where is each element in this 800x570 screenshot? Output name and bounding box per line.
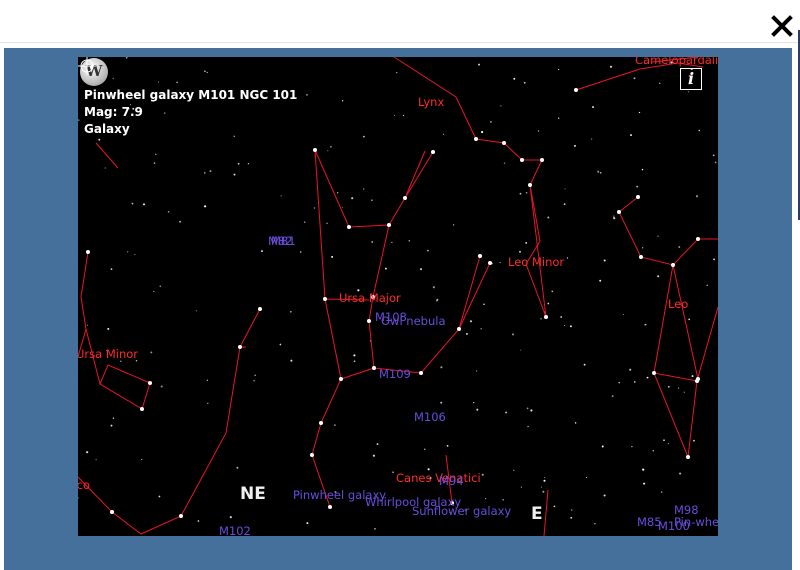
sky-map[interactable]: W Pinwheel galaxy M101 NGC 101 Mag: 7.9 … [78, 57, 718, 536]
label-m109[interactable]: M109 [379, 367, 411, 381]
label-ursa-minor[interactable]: Ursa Minor [78, 347, 138, 361]
label-m81[interactable]: M81 [271, 234, 296, 248]
info-button[interactable]: i [680, 68, 702, 90]
crosshair-icon [78, 57, 96, 75]
label-leo[interactable]: Leo [668, 297, 688, 311]
object-info-panel: Pinwheel galaxy M101 NGC 101 Mag: 7.9 Ga… [84, 87, 297, 138]
direction-ne: NE [240, 484, 266, 504]
label-owl-nebula[interactable]: Owl nebula [381, 314, 446, 328]
label-m102[interactable]: M102 [219, 524, 251, 536]
label-leo-minor[interactable]: Leo Minor [508, 255, 564, 269]
title-bar [0, 0, 800, 43]
direction-e: E [531, 504, 543, 524]
close-icon[interactable] [770, 14, 794, 38]
label-camelopardalis[interactable]: Camelopardalis [635, 57, 718, 67]
label-m94[interactable]: M94 [439, 474, 464, 488]
label-ursa-major[interactable]: Ursa Major [339, 291, 401, 305]
label-lynx[interactable]: Lynx [418, 95, 444, 109]
label-sunflower-galaxy[interactable]: Sunflower galaxy [412, 504, 511, 518]
label-pinwheel-b[interactable]: Pin-whe [674, 515, 718, 529]
object-type: Galaxy [84, 122, 130, 136]
object-magnitude: Mag: 7.9 [84, 105, 143, 119]
label-draco[interactable]: Draco [78, 478, 90, 492]
object-title: Pinwheel galaxy M101 NGC 101 [84, 88, 298, 102]
label-m106[interactable]: M106 [414, 410, 446, 424]
